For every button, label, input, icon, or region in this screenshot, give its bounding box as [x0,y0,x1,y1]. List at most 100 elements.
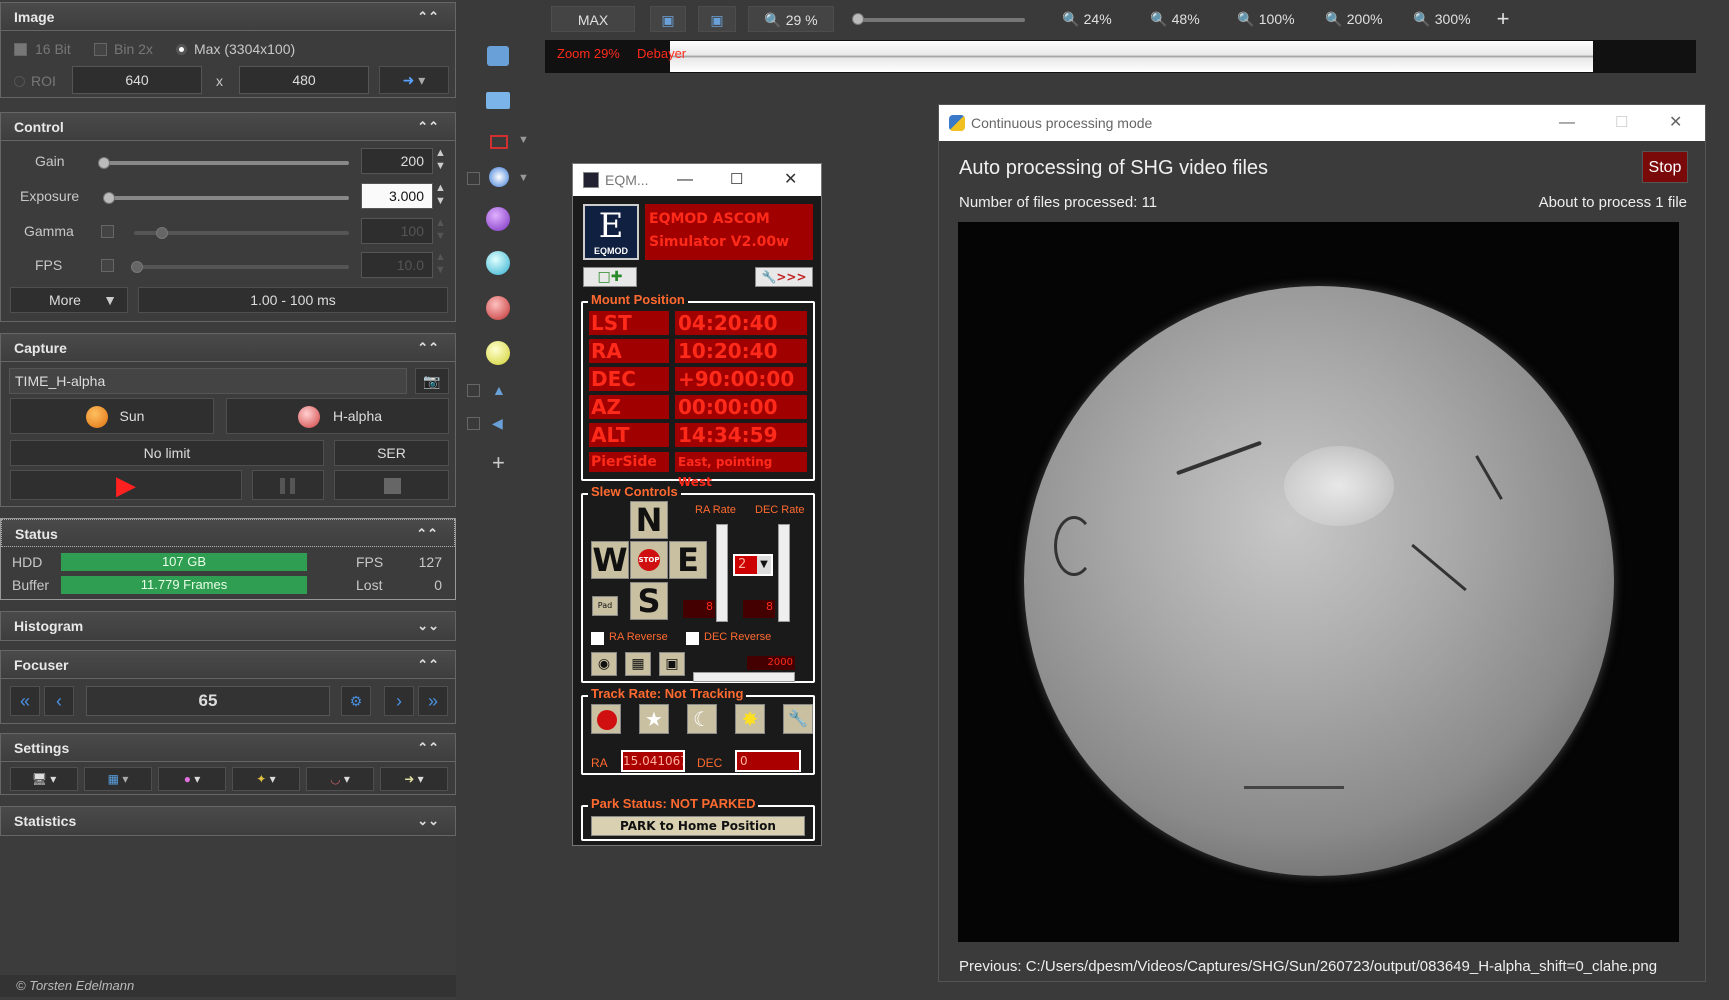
rate-select[interactable]: 2 ▼ [733,554,773,576]
sidereal-star-icon[interactable]: ★ [639,704,669,734]
spiral-icon[interactable]: ▣ [659,652,685,676]
zoom-48-button[interactable]: 🔍 48% [1136,6,1214,32]
lunar-moon-icon[interactable]: ☾ [687,704,717,734]
roi-apply-dropdown[interactable]: ➜ ▾ [379,66,449,94]
pad-button[interactable]: Pad [592,596,618,616]
focus-out-button[interactable]: › [384,686,414,716]
roi-width-field[interactable]: 640 [72,66,202,94]
fps-checkbox[interactable] [101,259,114,272]
collapse-up-icon[interactable]: ⌃⌃ [417,113,439,141]
dec-rate-scrollbar[interactable] [778,524,790,622]
camera-icon[interactable]: 📷 [415,368,449,394]
focuser-position-field[interactable]: 65 [86,686,330,716]
focus-in-button[interactable]: ‹ [44,686,74,716]
gain-value-field[interactable]: 200 [361,148,433,174]
gamma-value-field[interactable]: 100 [361,218,433,244]
stop-capture-button[interactable] [334,470,449,500]
exposure-spin-icon[interactable]: ▲ ▼ [435,182,446,208]
more-dropdown[interactable]: More ▼ [10,287,128,313]
fit-screen-icon[interactable]: ▣ [650,6,686,32]
record-button[interactable]: ▶ [10,470,242,500]
exposure-range-dropdown[interactable]: 1.00 - 100 ms [138,287,448,313]
binoculars-icon[interactable]: ◉ [591,652,617,676]
purple-ball-icon[interactable] [486,207,510,231]
gamma-checkbox[interactable] [101,225,114,238]
add-icon[interactable]: + [492,450,505,476]
save-icon[interactable] [487,46,509,66]
collapse-up-icon[interactable]: ⌃⌃ [417,734,439,762]
capture-section-header[interactable]: Capture ⌃⌃ [1,334,455,362]
exposure-slider[interactable] [108,196,349,200]
crosshair-overlay-icon[interactable] [490,135,508,149]
focuser-section-header[interactable]: Focuser ⌃⌃ [1,651,455,679]
image-section-header[interactable]: Image ⌃⌃ [1,3,455,31]
yellow-ball-icon[interactable] [486,341,510,365]
bit16-checkbox[interactable] [14,43,27,56]
maximize-icon[interactable]: ☐ [730,164,743,196]
zoom-24-button[interactable]: 🔍 24% [1048,6,1126,32]
grid-icon[interactable]: ▦ [625,652,651,676]
custom-rate-icon[interactable]: 🔧 [783,704,813,734]
fps-slider-handle[interactable] [131,261,143,273]
tool-checkbox-3[interactable] [467,417,480,430]
fps-slider[interactable] [134,265,349,269]
bin2x-checkbox[interactable] [94,43,107,56]
dec-reverse-checkbox[interactable] [686,632,699,645]
object-halpha-button[interactable]: H-alpha [226,398,449,434]
display-settings-dropdown[interactable]: 🖥 ▾ [10,767,78,791]
slew-stop-button[interactable]: STOP [630,541,668,579]
add-mount-icon[interactable]: □✚ [583,267,637,287]
maximize-icon[interactable]: ☐ [1615,105,1628,141]
chevron-down-icon[interactable]: ▼ [518,134,529,146]
tool-checkbox-1[interactable] [467,172,480,185]
gain-slider-handle[interactable] [98,157,110,169]
control-section-header[interactable]: Control ⌃⌃ [1,113,455,141]
slew-west-button[interactable]: W [591,541,629,579]
ra-reverse-checkbox[interactable] [591,632,604,645]
collapse-up-icon[interactable]: ⌃⌃ [416,520,438,548]
minimize-icon[interactable]: — [677,164,693,196]
expand-down-icon[interactable]: ⌄⌄ [417,612,439,640]
track-ra-field[interactable]: 15.041067 [621,750,685,772]
fullscreen-icon[interactable]: ▣ [698,6,736,32]
stop-processing-button[interactable]: Stop [1642,151,1688,183]
roi-radio[interactable] [14,76,25,87]
zoom-200-button[interactable]: 🔍 200% [1312,6,1396,32]
zoom-current-button[interactable]: 🔍 29 % [748,6,834,32]
preview-area[interactable]: Zoom 29% Debayer [545,40,1696,73]
zoom-slider-handle[interactable] [852,13,864,25]
flip-horizontal-icon[interactable]: ◀ [492,415,503,432]
statistics-section-header[interactable]: Statistics ⌄⌄ [1,807,455,835]
collapse-up-icon[interactable]: ⌃⌃ [417,3,439,31]
mount-settings-dropdown[interactable]: ◡ ▾ [306,767,374,791]
focus-fast-in-button[interactable]: « [10,686,40,716]
grid-settings-dropdown[interactable]: ▦ ▾ [84,767,152,791]
zoom-slider[interactable] [855,18,1025,22]
gamma-spin-icon[interactable]: ▲ ▼ [435,217,446,243]
fps-spin-icon[interactable]: ▲ ▼ [435,251,446,277]
add-zoom-button[interactable]: + [1488,6,1518,32]
exposure-value-field[interactable]: 3.000 [361,183,433,209]
minimize-icon[interactable]: — [1559,105,1575,141]
capture-format-dropdown[interactable]: SER [334,440,449,466]
flip-vertical-icon[interactable]: ▲ [492,382,506,398]
slew-east-button[interactable]: E [669,541,707,579]
expand-down-icon[interactable]: ⌄⌄ [417,807,439,835]
close-icon[interactable]: ✕ [784,164,797,196]
cyan-ball-icon[interactable] [486,251,510,275]
exposure-slider-handle[interactable] [103,192,115,204]
wrench-expand-icon[interactable]: 🔧>>> [755,267,813,287]
slew-south-button[interactable]: S [630,582,668,620]
track-dec-field[interactable]: 0 [735,750,801,772]
max-radio[interactable] [176,44,187,55]
ra-rate-scrollbar[interactable] [716,524,728,622]
red-ball-icon[interactable] [486,296,510,320]
close-icon[interactable]: ✕ [1669,105,1682,141]
slew-north-button[interactable]: N [630,501,668,539]
color-settings-dropdown[interactable]: ● ▾ [158,767,226,791]
fps-value-field[interactable]: 10.0 [361,252,433,278]
settings-section-header[interactable]: Settings ⌃⌃ [1,734,455,762]
solar-sun-icon[interactable]: ✸ [735,704,765,734]
target-icon[interactable] [489,167,509,187]
track-stop-button[interactable] [591,704,621,734]
